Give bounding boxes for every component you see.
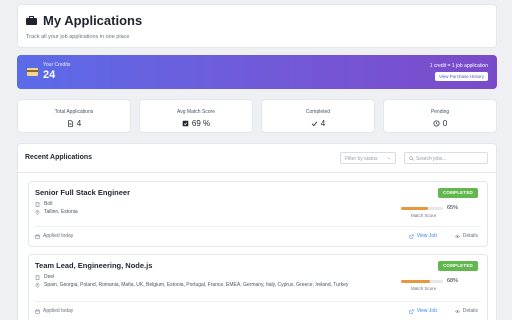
company-row: Deel bbox=[35, 274, 54, 280]
view-job-label: View Job bbox=[416, 233, 437, 239]
clock-icon bbox=[433, 120, 440, 127]
application-card[interactable]: Senior Full Stack Engineer Bolt Tallinn,… bbox=[28, 181, 488, 247]
details-label: Details bbox=[462, 233, 478, 239]
stat-pending: Pending 0 bbox=[383, 99, 497, 133]
match-score-value: 68% bbox=[447, 278, 459, 284]
recent-applications-panel: Recent Applications Filter by status ⌄ S… bbox=[17, 143, 497, 320]
view-job-link[interactable]: View Job bbox=[409, 308, 437, 314]
credit-card-icon bbox=[27, 68, 38, 76]
briefcase-icon bbox=[26, 16, 37, 25]
eye-icon bbox=[454, 234, 460, 238]
page-subtitle: Track all your job applications in one p… bbox=[26, 34, 130, 40]
status-filter-placeholder: Filter by status bbox=[345, 156, 378, 162]
divider bbox=[18, 172, 496, 173]
stat-total-applications: Total Applications 4 bbox=[17, 99, 131, 133]
check-icon bbox=[311, 121, 318, 127]
match-score-bar bbox=[401, 207, 443, 210]
card-divider bbox=[35, 301, 481, 302]
applied-date: Applied today bbox=[35, 233, 73, 239]
stat-value: 0 bbox=[442, 119, 448, 128]
eye-icon bbox=[454, 309, 460, 313]
stat-label: Total Applications bbox=[54, 109, 94, 115]
status-badge: COMPLETED bbox=[437, 188, 478, 198]
status-badge: COMPLETED bbox=[437, 261, 478, 271]
view-purchase-history-button[interactable]: View Purchase History bbox=[434, 72, 488, 81]
card-divider bbox=[35, 226, 481, 227]
map-pin-icon bbox=[35, 209, 40, 215]
map-pin-icon bbox=[35, 282, 40, 288]
applied-date-text: Applied today bbox=[43, 233, 74, 239]
view-job-link[interactable]: View Job bbox=[409, 233, 437, 239]
job-title: Senior Full Stack Engineer bbox=[35, 188, 131, 197]
search-icon bbox=[409, 156, 414, 161]
stat-avg-match-score: Avg Match Score 69 % bbox=[139, 99, 253, 133]
application-card[interactable]: Team Lead, Engineering, Node.js Deel Spa… bbox=[28, 254, 488, 320]
status-filter-select[interactable]: Filter by status ⌄ bbox=[340, 152, 396, 164]
check-square-icon bbox=[182, 120, 189, 127]
view-job-label: View Job bbox=[416, 308, 437, 314]
match-score-fill bbox=[401, 207, 429, 210]
stat-value: 4 bbox=[320, 119, 326, 128]
stat-value: 4 bbox=[76, 119, 82, 128]
credits-banner: Your Credits 24 1 credit = 1 job applica… bbox=[17, 55, 497, 89]
building-icon bbox=[35, 274, 40, 280]
external-link-icon bbox=[409, 309, 414, 313]
applied-date-text: Applied today bbox=[43, 308, 74, 314]
match-score-label: Match Score bbox=[411, 286, 437, 291]
credits-value: 24 bbox=[43, 69, 56, 81]
section-title: Recent Applications bbox=[25, 154, 93, 161]
calendar-icon bbox=[35, 309, 40, 314]
page-header: My Applications Track all your job appli… bbox=[17, 4, 497, 48]
stat-value: 69 % bbox=[191, 119, 211, 128]
match-score-label: Match Score bbox=[411, 213, 437, 218]
page-title: My Applications bbox=[43, 13, 143, 28]
company-name: Deel bbox=[44, 274, 55, 280]
company-name: Bolt bbox=[44, 201, 53, 207]
job-location: Tallinn, Estonia bbox=[44, 209, 78, 215]
search-box bbox=[404, 152, 488, 164]
job-location: Spain, Georgia, Poland, Romania, Malta, … bbox=[44, 282, 349, 288]
calendar-icon bbox=[35, 234, 40, 239]
company-row: Bolt bbox=[35, 201, 53, 207]
details-link[interactable]: Details bbox=[454, 308, 478, 314]
applied-date: Applied today bbox=[35, 308, 73, 314]
details-label: Details bbox=[462, 308, 478, 314]
stat-label: Pending bbox=[430, 109, 450, 115]
match-score-bar bbox=[401, 280, 443, 283]
search-input[interactable] bbox=[416, 154, 486, 163]
stat-label: Completed bbox=[305, 109, 331, 115]
location-row: Tallinn, Estonia bbox=[35, 209, 78, 215]
job-title: Team Lead, Engineering, Node.js bbox=[35, 261, 153, 270]
stat-completed: Completed 4 bbox=[261, 99, 375, 133]
details-link[interactable]: Details bbox=[454, 233, 478, 239]
credits-rate: 1 credit = 1 job application bbox=[429, 63, 488, 69]
location-row: Spain, Georgia, Poland, Romania, Malta, … bbox=[35, 282, 348, 288]
stat-label: Avg Match Score bbox=[177, 109, 215, 115]
building-icon bbox=[35, 201, 40, 207]
chevron-down-icon: ⌄ bbox=[386, 155, 391, 161]
external-link-icon bbox=[409, 234, 414, 238]
match-score-fill bbox=[401, 280, 430, 283]
match-score-value: 65% bbox=[447, 205, 459, 211]
credits-label: Your Credits bbox=[43, 62, 71, 68]
document-icon bbox=[67, 120, 73, 127]
